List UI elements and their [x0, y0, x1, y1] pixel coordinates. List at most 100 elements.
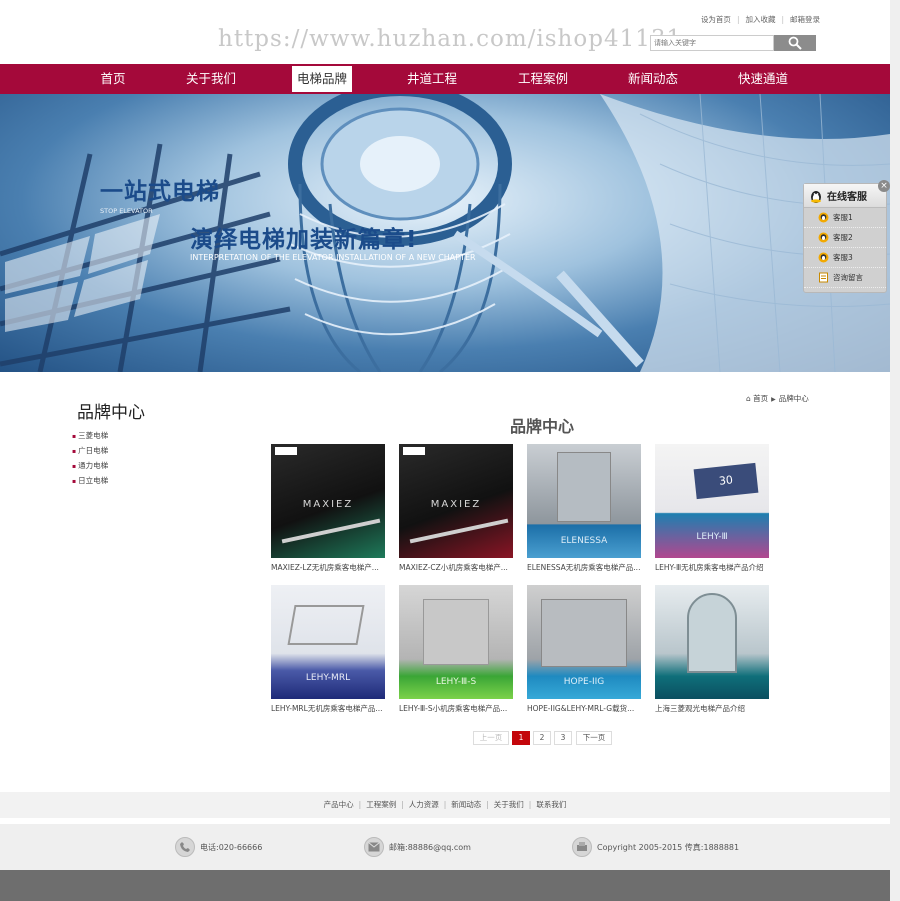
- top-links: 设为首页 | 加入收藏 | 邮箱登录: [701, 14, 820, 25]
- thumb-label: HOPE-IIG: [563, 677, 605, 687]
- footer-link-hr[interactable]: 人力资源: [409, 800, 439, 809]
- nav-quick-access[interactable]: 快速通道: [728, 64, 798, 94]
- product-name[interactable]: 上海三菱观光电梯产品介绍: [655, 703, 769, 714]
- close-icon[interactable]: ×: [878, 180, 890, 192]
- product-image[interactable]: 30 LEHY-Ⅲ: [655, 444, 769, 558]
- online-service-widget: × 在线客服 客服1 客服2 客服3 咨询留言: [803, 180, 890, 293]
- set-homepage-link[interactable]: 设为首页: [701, 15, 731, 24]
- service-agent-3[interactable]: 客服3: [804, 248, 886, 268]
- footer-info: 电话:020-66666 邮箱:88886@qq.com Copyright 2…: [0, 824, 890, 870]
- product-name[interactable]: ELENESSA无机房乘客电梯产品...: [527, 562, 641, 573]
- nav-about[interactable]: 关于我们: [176, 64, 246, 94]
- footer-link-products[interactable]: 产品中心: [324, 800, 354, 809]
- footer-link-contact[interactable]: 联系我们: [536, 800, 566, 809]
- search-button[interactable]: [774, 35, 816, 51]
- product-card[interactable]: HOPE-IIG HOPE-IIG&LEHY-MRL-G载货...: [527, 585, 641, 714]
- product-name[interactable]: MAXIEZ-LZ无机房乘客电梯产...: [271, 562, 385, 573]
- add-favorite-link[interactable]: 加入收藏: [745, 15, 775, 24]
- qq-penguin-icon: [811, 190, 821, 203]
- divider: |: [486, 800, 489, 809]
- thumb-door: [557, 452, 611, 522]
- divider: |: [781, 15, 784, 24]
- thumb-door: [541, 599, 627, 667]
- home-icon: ⌂: [746, 394, 751, 403]
- sidebar-list: 三菱电梯 广日电梯 通力电梯 日立电梯: [72, 430, 108, 490]
- breadcrumb-current: 品牌中心: [778, 394, 809, 403]
- page-title: 品牌中心: [510, 417, 575, 436]
- sidebar-item-mitsubishi[interactable]: 三菱电梯: [72, 430, 108, 445]
- search-input[interactable]: 请输入关键字: [650, 35, 774, 51]
- product-card[interactable]: MAXIEZ MAXIEZ-LZ无机房乘客电梯产...: [271, 444, 385, 573]
- product-image[interactable]: MAXIEZ: [399, 444, 513, 558]
- nav-brands[interactable]: 电梯品牌: [292, 66, 352, 92]
- product-image[interactable]: [655, 585, 769, 699]
- nav-cases[interactable]: 工程案例: [508, 64, 578, 94]
- thumb-label: LEHY-MRL: [305, 673, 351, 683]
- breadcrumb-home[interactable]: 首页: [753, 394, 768, 403]
- footer-email: 邮箱:88886@qq.com: [364, 837, 471, 857]
- watermark-text: https://www.huzhan.com/ishop41131: [218, 26, 683, 52]
- mail-icon: [364, 837, 384, 857]
- footer-link-cases[interactable]: 工程案例: [366, 800, 396, 809]
- product-image[interactable]: HOPE-IIG: [527, 585, 641, 699]
- divider: |: [736, 15, 740, 24]
- page-3-button[interactable]: 3: [554, 731, 572, 745]
- product-card[interactable]: ELENESSA ELENESSA无机房乘客电梯产品...: [527, 444, 641, 573]
- thumb-machine: [287, 605, 365, 645]
- next-page-button[interactable]: 下一页: [576, 731, 612, 745]
- thumb-stripe: [281, 518, 381, 544]
- sidebar-item-hitachi[interactable]: 日立电梯: [72, 475, 108, 490]
- chevron-right-icon: ▶: [771, 396, 776, 403]
- footer-link-about[interactable]: 关于我们: [494, 800, 524, 809]
- banner-heading-1: 一站式电梯: [100, 179, 220, 205]
- mail-login-link[interactable]: 邮箱登录: [790, 15, 820, 24]
- page-edge: [890, 0, 900, 901]
- page-2-button[interactable]: 2: [533, 731, 551, 745]
- qq-icon: [818, 232, 829, 243]
- thumb-label: MAXIEZ: [430, 499, 482, 510]
- product-image[interactable]: MAXIEZ: [271, 444, 385, 558]
- product-card[interactable]: MAXIEZ MAXIEZ-CZ小机房乘客电梯产...: [399, 444, 513, 573]
- product-image[interactable]: LEHY-MRL: [271, 585, 385, 699]
- service-message[interactable]: 咨询留言: [804, 268, 886, 288]
- thumb-door: [423, 599, 489, 665]
- main-nav: 首页 关于我们 电梯品牌 井道工程 工程案例 新闻动态 快速通道: [0, 64, 890, 94]
- sidebar-item-kone[interactable]: 通力电梯: [72, 460, 108, 475]
- product-name[interactable]: MAXIEZ-CZ小机房乘客电梯产...: [399, 562, 513, 573]
- banner-heading-2: 演绎电梯加装新篇章!: [190, 227, 418, 253]
- service-header: 在线客服: [804, 184, 886, 208]
- product-card[interactable]: 上海三菱观光电梯产品介绍: [655, 585, 769, 714]
- thumb-label: MAXIEZ: [302, 499, 354, 510]
- sidebar-title: 品牌中心: [77, 403, 145, 423]
- banner-elevator-graphic: [0, 94, 890, 372]
- product-name[interactable]: LEHY-MRL无机房乘客电梯产品...: [271, 703, 385, 714]
- product-image[interactable]: LEHY-Ⅲ-S: [399, 585, 513, 699]
- nav-news[interactable]: 新闻动态: [618, 64, 688, 94]
- banner-subtext-2: INTERPRETATION OF THE ELEVATOR INSTALLAT…: [190, 253, 476, 262]
- product-name[interactable]: LEHY-Ⅲ无机房乘客电梯产品介绍: [655, 562, 769, 573]
- product-card[interactable]: LEHY-MRL LEHY-MRL无机房乘客电梯产品...: [271, 585, 385, 714]
- product-card[interactable]: 30 LEHY-Ⅲ LEHY-Ⅲ无机房乘客电梯产品介绍: [655, 444, 769, 573]
- thumb-stripe: [409, 518, 509, 544]
- sidebar-item-guangri[interactable]: 广日电梯: [72, 445, 108, 460]
- footer-bottom-bar: [0, 870, 890, 901]
- nav-home[interactable]: 首页: [78, 64, 148, 94]
- prev-page-button[interactable]: 上一页: [473, 731, 509, 745]
- product-image[interactable]: ELENESSA: [527, 444, 641, 558]
- product-name[interactable]: HOPE-IIG&LEHY-MRL-G载货...: [527, 703, 641, 714]
- footer-links: 产品中心 | 工程案例 | 人力资源 | 新闻动态 | 关于我们 | 联系我们: [0, 792, 890, 818]
- service-agent-1[interactable]: 客服1: [804, 208, 886, 228]
- divider: |: [401, 800, 404, 809]
- footer-link-news[interactable]: 新闻动态: [451, 800, 481, 809]
- qq-icon: [818, 252, 829, 263]
- product-card[interactable]: LEHY-Ⅲ-S LEHY-Ⅲ-S小机房乘客电梯产品...: [399, 585, 513, 714]
- page-1-button[interactable]: 1: [512, 731, 530, 745]
- product-name[interactable]: LEHY-Ⅲ-S小机房乘客电梯产品...: [399, 703, 513, 714]
- nav-shaft-engineering[interactable]: 井道工程: [397, 64, 467, 94]
- divider: |: [528, 800, 532, 809]
- divider: |: [358, 800, 362, 809]
- phone-icon: [175, 837, 195, 857]
- footer-phone: 电话:020-66666: [175, 837, 262, 857]
- brand-logo: [403, 447, 425, 455]
- service-agent-2[interactable]: 客服2: [804, 228, 886, 248]
